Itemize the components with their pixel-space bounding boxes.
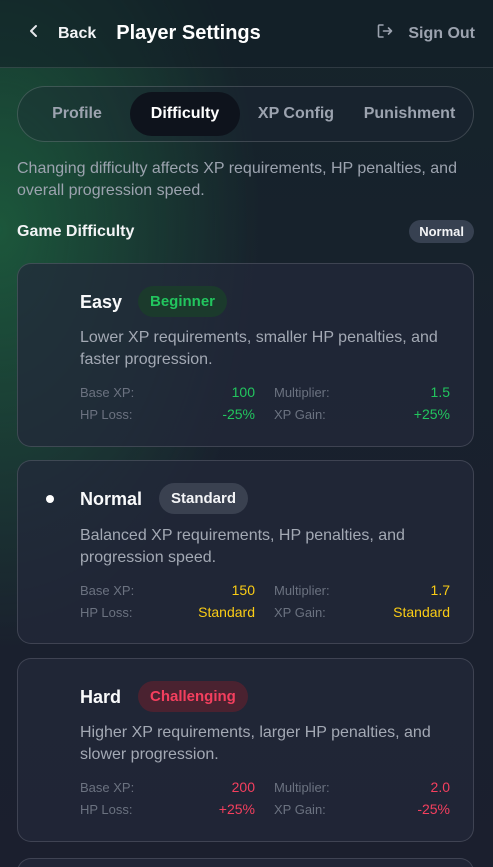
hp-loss-label: HP Loss: (80, 407, 133, 422)
difficulty-card-hard[interactable]: Hard Challenging Higher XP requirements,… (17, 658, 474, 842)
tab-profile[interactable]: Profile (24, 92, 130, 136)
tab-xp-config[interactable]: XP Config (240, 92, 352, 136)
sign-out-label: Sign Out (408, 24, 475, 42)
multiplier-value: 1.7 (430, 582, 450, 598)
app-header: Back Player Settings Sign Out (0, 0, 493, 68)
multiplier-label: Multiplier: (274, 780, 330, 795)
tab-punishment[interactable]: Punishment (352, 92, 467, 136)
xp-gain-value: +25% (413, 406, 450, 422)
difficulty-badge: Standard (159, 483, 249, 514)
difficulty-badge: Challenging (138, 681, 248, 712)
base-xp-value: 100 (231, 384, 255, 400)
hp-loss-value: -25% (222, 406, 255, 422)
page-title: Player Settings (116, 22, 261, 44)
difficulty-card-easy[interactable]: Easy Beginner Lower XP requirements, sma… (17, 263, 474, 447)
xp-gain-label: XP Gain: (274, 802, 326, 817)
base-xp-value: 150 (231, 582, 255, 598)
hp-loss-value: +25% (218, 801, 255, 817)
settings-tabs: Profile Difficulty XP Config Punishment (17, 86, 474, 142)
difficulty-name: Hard (80, 687, 122, 707)
difficulty-description: Higher XP requirements, larger HP penalt… (80, 724, 431, 763)
hp-loss-label: HP Loss: (80, 802, 133, 817)
current-difficulty-badge: Normal (409, 220, 474, 243)
difficulty-name: Easy (80, 292, 123, 312)
difficulty-description: Balanced XP requirements, HP penalties, … (80, 527, 405, 566)
back-label: Back (58, 24, 97, 42)
base-xp-label: Base XP: (80, 583, 135, 598)
xp-gain-value: -25% (417, 801, 450, 817)
base-xp-value: 200 (231, 779, 255, 795)
difficulty-description: Changing difficulty affects XP requireme… (17, 160, 457, 199)
multiplier-label: Multiplier: (274, 385, 330, 400)
base-xp-label: Base XP: (80, 385, 135, 400)
chevron-left-icon (26, 23, 42, 44)
multiplier-value: 2.0 (430, 779, 450, 795)
xp-gain-label: XP Gain: (274, 407, 326, 422)
xp-gain-label: XP Gain: (274, 605, 326, 620)
radio-indicator (46, 298, 54, 306)
difficulty-description: Lower XP requirements, smaller HP penalt… (80, 329, 438, 368)
difficulty-card-normal[interactable]: Normal Standard Balanced XP requirements… (17, 460, 474, 644)
sign-out-icon (376, 22, 394, 45)
tab-difficulty[interactable]: Difficulty (130, 92, 240, 136)
section-title: Game Difficulty (17, 222, 135, 240)
back-button[interactable]: Back (26, 23, 96, 44)
xp-gain-value: Standard (393, 604, 450, 620)
hp-loss-value: Standard (198, 604, 255, 620)
difficulty-card-partial (17, 858, 474, 867)
radio-indicator-selected (46, 495, 54, 503)
base-xp-label: Base XP: (80, 780, 135, 795)
hp-loss-label: HP Loss: (80, 605, 133, 620)
section-header: Game Difficulty Normal (17, 220, 474, 243)
difficulty-badge: Beginner (138, 286, 228, 317)
difficulty-name: Normal (80, 489, 143, 509)
multiplier-value: 1.5 (430, 384, 450, 400)
radio-indicator (46, 693, 54, 701)
multiplier-label: Multiplier: (274, 583, 330, 598)
sign-out-button[interactable]: Sign Out (376, 22, 475, 45)
